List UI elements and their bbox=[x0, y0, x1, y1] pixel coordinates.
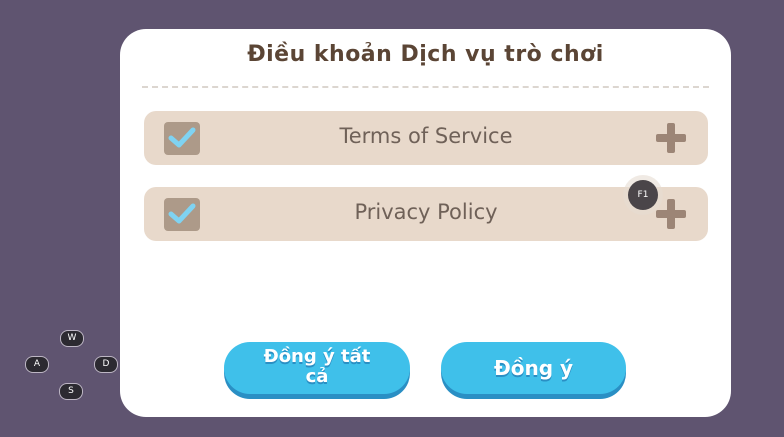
expand-plus-icon[interactable] bbox=[656, 199, 686, 229]
terms-of-service-label: Terms of Service bbox=[339, 124, 513, 148]
dialog-divider bbox=[142, 86, 709, 88]
key-a-marker: A bbox=[25, 356, 49, 373]
agree-button[interactable]: Đồng ý bbox=[441, 342, 626, 394]
f1-key-marker: F1 bbox=[628, 180, 658, 210]
key-d-marker: D bbox=[94, 356, 118, 373]
key-w-marker: W bbox=[60, 330, 84, 347]
privacy-policy-row[interactable]: Privacy Policy bbox=[144, 187, 708, 241]
agree-all-button[interactable]: Đồng ý tất cả bbox=[224, 342, 410, 394]
key-s-marker: S bbox=[59, 383, 83, 400]
agree-all-label: Đồng ý tất cả bbox=[263, 346, 371, 387]
expand-plus-icon[interactable] bbox=[656, 123, 686, 153]
privacy-policy-label: Privacy Policy bbox=[354, 200, 498, 224]
terms-of-service-row[interactable]: Terms of Service bbox=[144, 111, 708, 165]
agree-label: Đồng ý bbox=[493, 356, 574, 380]
terms-dialog: Điều khoản Dịch vụ trò chơi Terms of Ser… bbox=[120, 29, 731, 417]
dialog-title: Điều khoản Dịch vụ trò chơi bbox=[247, 42, 604, 67]
